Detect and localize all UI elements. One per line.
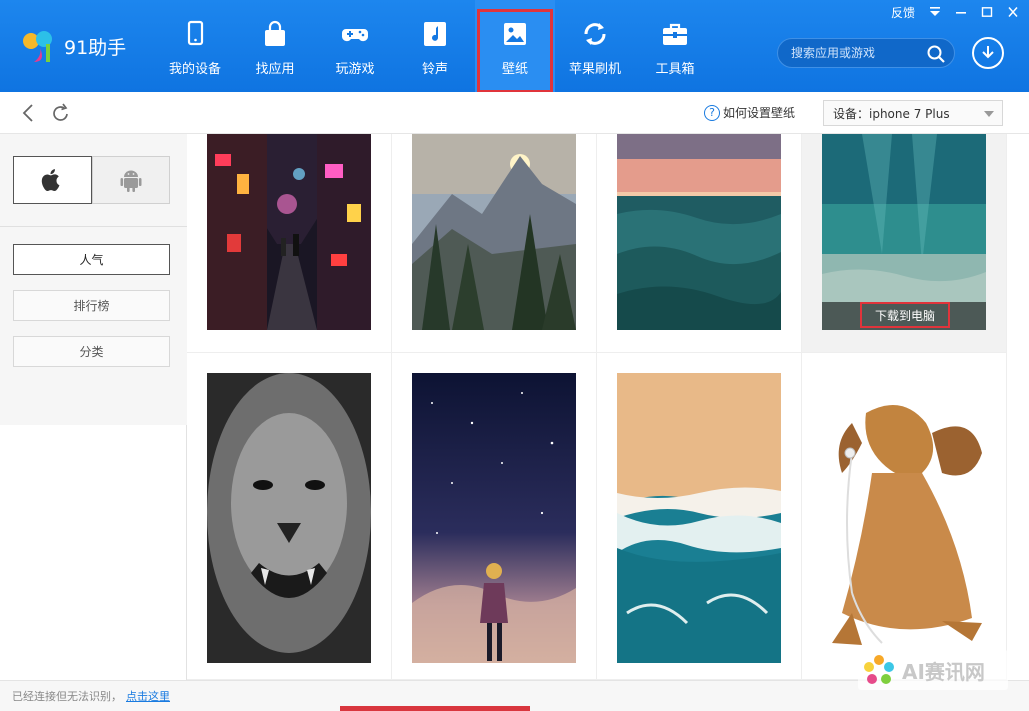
top-bar: 91助手 我的设备 找应用 玩游戏 铃声 壁纸 苹果刷机 工具箱 反馈 搜索应用… <box>0 0 1029 93</box>
minimize-icon[interactable] <box>955 6 967 20</box>
feedback-link[interactable]: 反馈 <box>891 4 915 21</box>
watermark: AI赛讯网 <box>858 650 1008 690</box>
wallpaper-cell[interactable] <box>392 134 597 353</box>
help-icon: ? <box>704 104 720 121</box>
app-window: 91助手 我的设备 找应用 玩游戏 铃声 壁纸 苹果刷机 工具箱 反馈 搜索应用… <box>0 0 1029 711</box>
night-alley-wallpaper[interactable] <box>207 134 371 330</box>
download-icon <box>982 46 994 59</box>
device-select[interactable]: 设备：iphone 7 Plus <box>823 100 1003 126</box>
toolbox-icon <box>663 23 687 45</box>
wallpaper-cell[interactable] <box>597 353 802 680</box>
lion-wallpaper[interactable] <box>207 373 371 663</box>
status-text: 已经连接但无法识别， <box>12 690 122 703</box>
nav-label: 找应用 <box>255 62 295 77</box>
nav-label: 玩游戏 <box>335 62 375 77</box>
watermark-logo-icon <box>864 655 894 684</box>
category-classify[interactable]: 分类 <box>13 336 170 367</box>
nav-apple-flash[interactable]: 苹果刷机 <box>555 0 635 92</box>
phone-icon <box>187 20 204 46</box>
download-manager-button[interactable] <box>972 37 1004 69</box>
category-popular[interactable]: 人气 <box>13 244 170 275</box>
sidebar: 人气 排行榜 分类 <box>0 134 187 680</box>
nav-my-device[interactable]: 我的设备 <box>155 0 235 92</box>
apple-icon <box>42 169 60 191</box>
nav-label: 我的设备 <box>168 62 221 77</box>
os-tabs <box>13 156 170 204</box>
picture-icon <box>504 23 526 45</box>
wallpaper-cell[interactable] <box>802 353 1007 680</box>
download-to-pc-button[interactable]: 下载到电脑 <box>860 302 950 328</box>
search-input[interactable] <box>791 46 926 60</box>
maximize-icon[interactable] <box>981 6 993 20</box>
search-icon[interactable] <box>926 44 946 64</box>
main-nav: 我的设备 找应用 玩游戏 铃声 壁纸 苹果刷机 工具箱 <box>155 0 715 93</box>
close-icon[interactable] <box>1007 6 1019 20</box>
help-label: 如何设置壁纸 <box>723 106 796 120</box>
device-value: 设备：iphone 7 Plus <box>833 106 950 121</box>
nav-toolbox[interactable]: 工具箱 <box>635 0 715 92</box>
app-logo: 91助手 <box>20 28 126 64</box>
search-box[interactable] <box>777 38 955 68</box>
bag-icon <box>265 20 285 46</box>
category-ranking[interactable]: 排行榜 <box>13 290 170 321</box>
beach-aerial-wallpaper[interactable] <box>617 373 781 663</box>
ocean-sunset-wallpaper[interactable] <box>617 134 781 330</box>
wallpaper-cell-hover[interactable]: 下载到电脑 <box>802 134 1007 353</box>
menu-triangle-icon[interactable] <box>929 6 941 20</box>
wallpaper-cell[interactable] <box>187 353 392 680</box>
nav-play-games[interactable]: 玩游戏 <box>315 0 395 92</box>
nav-label: 铃声 <box>421 62 448 77</box>
tab-ios[interactable] <box>13 156 92 204</box>
starry-girl-wallpaper[interactable] <box>412 373 576 663</box>
puppy-headphones-wallpaper[interactable] <box>822 393 992 663</box>
wallpaper-grid: 下载到电脑 <box>187 134 1029 680</box>
chevron-down-icon <box>984 111 994 117</box>
nav-find-apps[interactable]: 找应用 <box>235 0 315 92</box>
download-overlay: 下载到电脑 <box>822 302 986 330</box>
logo-icon <box>23 31 52 62</box>
underwater-wallpaper[interactable]: 下载到电脑 <box>822 134 986 330</box>
window-controls: 反馈 <box>877 4 1019 21</box>
nav-wallpapers[interactable]: 壁纸 <box>475 0 555 93</box>
app-name: 91助手 <box>64 36 127 59</box>
wallpaper-help-link[interactable]: ? 如何设置壁纸 <box>704 104 795 121</box>
wallpaper-cell[interactable] <box>392 353 597 680</box>
scroll-indicator <box>340 706 530 711</box>
refresh-icon <box>584 23 606 45</box>
click-here-link[interactable]: 点击这里 <box>126 688 170 704</box>
nav-label: 苹果刷机 <box>568 62 621 77</box>
sidebar-divider <box>0 226 187 227</box>
wallpaper-cell[interactable] <box>187 134 392 353</box>
gamepad-icon <box>342 29 368 42</box>
mountain-forest-wallpaper[interactable] <box>412 134 576 330</box>
watermark-text: AI赛讯网 <box>902 659 985 684</box>
back-icon[interactable] <box>22 104 34 122</box>
music-icon <box>424 22 446 46</box>
nav-ringtones[interactable]: 铃声 <box>395 0 475 92</box>
nav-label: 壁纸 <box>501 62 528 77</box>
wallpaper-cell[interactable] <box>597 134 802 353</box>
android-icon <box>120 170 142 192</box>
tab-android[interactable] <box>91 156 170 204</box>
refresh-icon[interactable] <box>52 103 70 123</box>
toolbar: ? 如何设置壁纸 设备：iphone 7 Plus <box>0 92 1029 134</box>
nav-label: 工具箱 <box>655 62 695 77</box>
